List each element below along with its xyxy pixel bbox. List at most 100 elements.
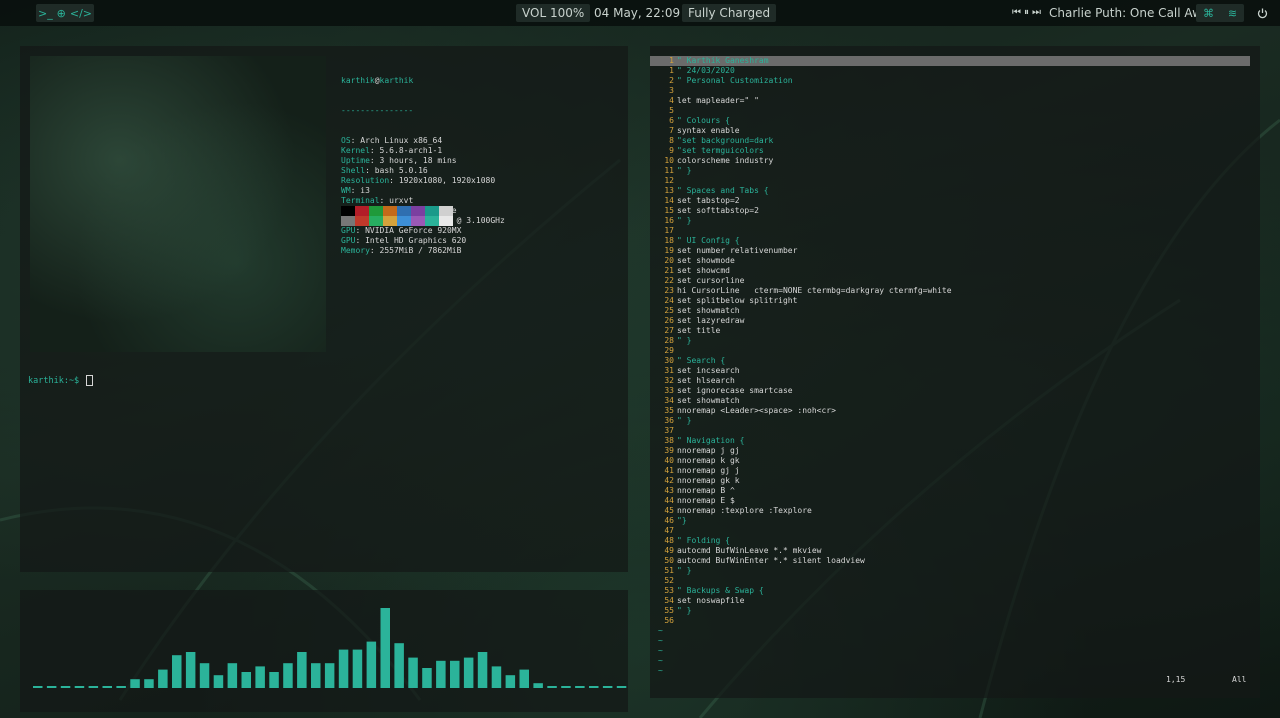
line-text: nnoremap E $ — [677, 496, 735, 505]
line-number: 1 — [669, 66, 674, 75]
vim-line[interactable]: 50 autocmd BufWinEnter *.* silent loadvie… — [650, 556, 1250, 566]
vim-line[interactable]: 41 nnoremap gj j — [650, 466, 1250, 476]
vim-line[interactable]: 32 set hlsearch — [650, 376, 1250, 386]
info-key: OS — [341, 136, 351, 145]
vim-line[interactable]: 44 nnoremap E $ — [650, 496, 1250, 506]
visualizer-bar — [33, 686, 43, 688]
vim-line[interactable]: 10 colorscheme industry — [650, 156, 1250, 166]
line-number: 37 — [664, 426, 674, 435]
vim-line[interactable]: 24 set splitbelow splitright — [650, 296, 1250, 306]
line-number: 15 — [664, 206, 674, 215]
network-icon[interactable]: ⌘ — [1203, 7, 1214, 20]
color-swatch — [425, 216, 439, 226]
globe-icon[interactable]: ⊕ — [57, 7, 66, 20]
empty-line-tilde: ~ — [658, 646, 663, 655]
wifi-icon[interactable]: ≋ — [1228, 7, 1237, 20]
vim-line[interactable]: 48 " Folding { — [650, 536, 1250, 546]
volume-indicator[interactable]: VOL 100% — [516, 4, 591, 22]
vim-line[interactable]: 17 — [650, 226, 1250, 236]
vim-line[interactable]: 51 " } — [650, 566, 1250, 576]
vim-line[interactable]: 36 " } — [650, 416, 1250, 426]
vim-line[interactable]: 40 nnoremap k gk — [650, 456, 1250, 466]
vim-line[interactable]: 25 set showmatch — [650, 306, 1250, 316]
line-text: set incsearch — [677, 366, 740, 375]
line-text: syntax enable — [677, 126, 740, 135]
vim-line[interactable]: 11 " } — [650, 166, 1250, 176]
line-text: " Backups & Swap { — [677, 586, 764, 595]
vim-line[interactable]: 45 nnoremap :texplore :Texplore — [650, 506, 1250, 516]
vim-line[interactable]: 9 "set termguicolors — [650, 146, 1250, 156]
visualizer-bar — [46, 686, 57, 688]
vim-line[interactable]: 16 " } — [650, 216, 1250, 226]
vim-line[interactable]: 22 set cursorline — [650, 276, 1250, 286]
vim-line[interactable]: 38 " Navigation { — [650, 436, 1250, 446]
vim-line[interactable]: 43 nnoremap B ^ — [650, 486, 1250, 496]
text-cursor — [86, 375, 94, 386]
shell-prompt[interactable]: karthik:~$ — [28, 375, 94, 386]
skip-back-icon[interactable]: ⏮ — [1012, 4, 1021, 22]
vim-line[interactable]: 46 "} — [650, 516, 1250, 526]
vim-line[interactable]: 33 set ignorecase smartcase — [650, 386, 1250, 396]
vim-line[interactable]: 37 — [650, 426, 1250, 436]
terminal-icon[interactable]: >_ — [38, 7, 53, 20]
vim-line[interactable]: 27 set title — [650, 326, 1250, 336]
code-icon[interactable]: </> — [70, 7, 92, 20]
vim-line[interactable]: 52 — [650, 576, 1250, 586]
vim-line[interactable]: 42 nnoremap gk k — [650, 476, 1250, 486]
visualizer-bar — [366, 641, 377, 688]
vim-editor[interactable]: 1 " Karthik Ganeshram 1 " 24/03/2020 2 " Pers… — [650, 46, 1260, 698]
vim-line[interactable]: 18 " UI Config { — [650, 236, 1250, 246]
info-row: Uptime: 3 hours, 18 mins — [341, 156, 457, 165]
vim-line[interactable]: 31 set incsearch — [650, 366, 1250, 376]
vim-line[interactable]: 54 set noswapfile — [650, 596, 1250, 606]
vim-line[interactable]: 34 set showmatch — [650, 396, 1250, 406]
power-button[interactable] — [1254, 4, 1270, 22]
visualizer-bar — [158, 669, 168, 688]
visualizer-bar — [60, 686, 71, 688]
vim-line[interactable]: 5 — [650, 106, 1250, 116]
vim-line[interactable]: 26 set lazyredraw — [650, 316, 1250, 326]
line-text: " } — [677, 166, 692, 175]
media-player[interactable]: ⏮ ⏸ ⏭ Charlie Puth: One Call Aw... — [1012, 4, 1212, 22]
now-playing-title: Charlie Puth: One Call Aw... — [1049, 6, 1213, 20]
line-text: colorscheme industry — [677, 156, 774, 165]
neofetch-terminal[interactable]: karthik@karthik --------------- OS: Arch… — [20, 46, 628, 572]
vim-line[interactable]: 47 — [650, 526, 1250, 536]
vim-line[interactable]: 12 — [650, 176, 1250, 186]
vim-line[interactable]: 8 "set background=dark — [650, 136, 1250, 146]
visualizer-bar — [589, 686, 599, 688]
line-number: 47 — [664, 526, 674, 535]
vim-line[interactable]: 56 — [650, 616, 1250, 626]
vim-line[interactable]: 2 " Personal Customization — [650, 76, 1250, 86]
vim-line[interactable]: 7 syntax enable — [650, 126, 1250, 136]
workspace-switcher[interactable]: >_ ⊕ </> — [36, 4, 94, 22]
line-number: 13 — [664, 186, 674, 195]
vim-line[interactable]: 49 autocmd BufWinLeave *.* mkview — [650, 546, 1250, 556]
battery-status[interactable]: Fully Charged — [682, 4, 777, 22]
line-text: " } — [677, 416, 692, 425]
vim-line[interactable]: 35 nnoremap <Leader><space> :noh<cr> — [650, 406, 1250, 416]
vim-line[interactable]: 53 " Backups & Swap { — [650, 586, 1250, 596]
vim-line[interactable]: 29 — [650, 346, 1250, 356]
vim-line[interactable]: 14 set tabstop=2 — [650, 196, 1250, 206]
skip-forward-icon[interactable]: ⏭ — [1032, 4, 1041, 22]
vim-line[interactable]: 19 set number relativenumber — [650, 246, 1250, 256]
vim-line[interactable]: 39 nnoremap j gj — [650, 446, 1250, 456]
vim-line[interactable]: 55 " } — [650, 606, 1250, 616]
vim-line[interactable]: 1 " Karthik Ganeshram — [650, 56, 1250, 66]
vim-line[interactable]: 6 " Colours { — [650, 116, 1250, 126]
pause-icon[interactable]: ⏸ — [1024, 4, 1029, 22]
vim-line[interactable]: 30 " Search { — [650, 356, 1250, 366]
vim-line[interactable]: 20 set showmode — [650, 256, 1250, 266]
vim-line[interactable]: 15 set softtabstop=2 — [650, 206, 1250, 216]
vim-line[interactable]: 3 — [650, 86, 1250, 96]
vim-line[interactable]: 21 set showcmd — [650, 266, 1250, 276]
vim-line[interactable]: 23 hi CursorLine cterm=NONE ctermbg=darkg… — [650, 286, 1250, 296]
vim-line[interactable]: 1 " 24/03/2020 — [650, 66, 1250, 76]
line-text: " } — [677, 216, 692, 225]
vim-line[interactable]: 28 " } — [650, 336, 1250, 346]
vim-line[interactable]: 4 let mapleader=" " — [650, 96, 1250, 106]
vim-line[interactable]: 13 " Spaces and Tabs { — [650, 186, 1250, 196]
info-key: Terminal — [341, 196, 380, 205]
line-text: " } — [677, 606, 692, 615]
